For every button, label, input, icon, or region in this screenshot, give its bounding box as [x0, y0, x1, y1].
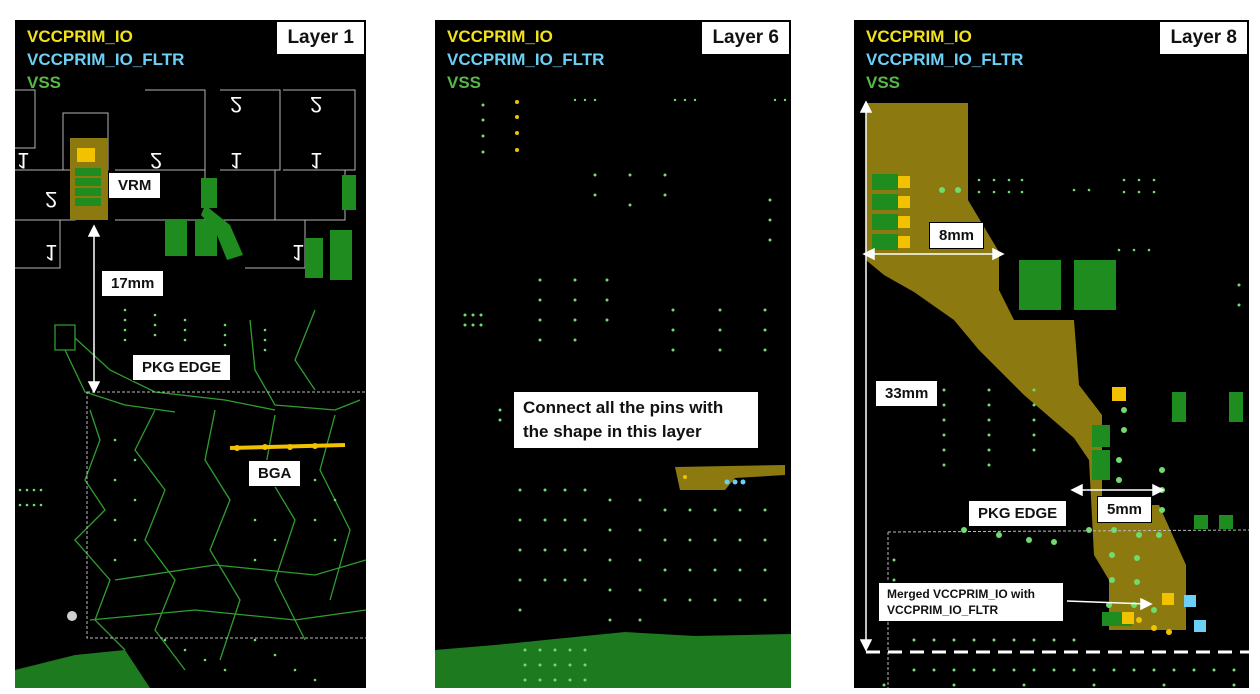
layer-1-panel: 1211 22 211 VCCPRIM_IO VCCPRIM_IO_FLTR V…	[15, 20, 366, 688]
layer-6-note: Connect all the pins with the shape in t…	[513, 391, 759, 449]
layer-8-panel: VCCPRIM_IO VCCPRIM_IO_FLTR VSS Layer 8 8…	[854, 20, 1249, 688]
width-bottom-label: 5mm	[1097, 496, 1153, 523]
length-label: 33mm	[875, 380, 939, 407]
net-legend: VCCPRIM_IO VCCPRIM_IO_FLTR VSS	[866, 25, 1023, 94]
layer-label: Layer 1	[275, 20, 366, 56]
svg-text:1: 1	[45, 240, 57, 265]
distance-label: 17mm	[101, 270, 165, 297]
legend-vss: VSS	[447, 73, 482, 92]
svg-text:1: 1	[230, 148, 242, 173]
bga-label: BGA	[248, 460, 302, 487]
pkg-edge-label: PKG EDGE	[132, 354, 232, 381]
legend-vss: VSS	[27, 73, 62, 92]
merged-note: Merged VCCPRIM_IO with VCCPRIM_IO_FLTR	[878, 582, 1064, 622]
legend-vccprim-io-fltr: VCCPRIM_IO_FLTR	[447, 50, 605, 69]
pkg-edge-label: PKG EDGE	[968, 500, 1068, 527]
net-legend: VCCPRIM_IO VCCPRIM_IO_FLTR VSS	[27, 25, 184, 94]
legend-vccprim-io: VCCPRIM_IO	[447, 27, 553, 46]
legend-vccprim-io-fltr: VCCPRIM_IO_FLTR	[866, 50, 1024, 69]
layer-6-panel: VCCPRIM_IO VCCPRIM_IO_FLTR VSS Layer 6 C…	[435, 20, 791, 688]
svg-text:2: 2	[150, 148, 162, 173]
svg-text:2: 2	[310, 92, 322, 117]
net-legend: VCCPRIM_IO VCCPRIM_IO_FLTR VSS	[447, 25, 604, 94]
layer-label: Layer 6	[700, 20, 791, 56]
legend-vccprim-io: VCCPRIM_IO	[866, 27, 972, 46]
width-top-label: 8mm	[929, 222, 985, 249]
svg-text:2: 2	[45, 187, 57, 212]
layer-label: Layer 8	[1158, 20, 1249, 56]
svg-text:1: 1	[310, 148, 322, 173]
vrm-label: VRM	[108, 172, 162, 199]
layer-6-board-artwork	[435, 98, 791, 688]
legend-vss: VSS	[866, 73, 901, 92]
svg-text:1: 1	[292, 240, 304, 265]
legend-vccprim-io-fltr: VCCPRIM_IO_FLTR	[27, 50, 185, 69]
svg-text:2: 2	[230, 92, 242, 117]
legend-vccprim-io: VCCPRIM_IO	[27, 27, 133, 46]
svg-text:1: 1	[17, 148, 29, 173]
